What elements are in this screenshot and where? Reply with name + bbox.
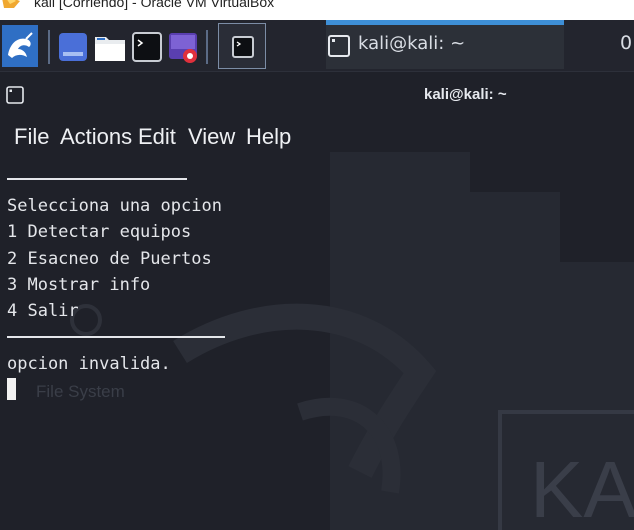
taskbar-item-terminal[interactable]: kali@kali: ~ (326, 25, 564, 69)
separator-line (7, 178, 187, 180)
desktop-watermark: KA (530, 445, 634, 530)
terminal-icon (6, 86, 24, 104)
panel-separator (206, 30, 208, 64)
file-manager-icon[interactable] (94, 32, 126, 62)
terminal-line: Selecciona una opcion (7, 196, 222, 216)
panel-separator (48, 30, 50, 64)
menu-actions[interactable]: Actions (60, 124, 132, 150)
virtualbox-title-bar: kali [Corriendo] - Oracle VM VirtualBox (0, 0, 634, 20)
terminal-line: 4 Salir (7, 301, 79, 321)
desktop-icon-label-file-system: File System (36, 382, 125, 401)
workspace-switcher[interactable] (218, 23, 266, 69)
terminal-message: opcion invalida. (7, 354, 171, 374)
terminal-title-bar[interactable]: kali@kali: ~ (0, 72, 634, 116)
kali-menu-icon[interactable] (2, 25, 38, 67)
terminal-window[interactable]: KA File System kali@kali: ~ File Actions… (0, 72, 634, 530)
show-desktop-icon[interactable] (58, 32, 88, 62)
terminal-line: 3 Mostrar info (7, 275, 151, 295)
terminal-emulator-icon[interactable] (132, 32, 162, 62)
taskbar-item-label: kali@kali: ~ (358, 33, 466, 54)
menu-help[interactable]: Help (246, 124, 291, 150)
terminal-line: 1 Detectar equipos (7, 222, 192, 242)
kali-top-panel: kali@kali: ~ 0 (0, 20, 634, 72)
panel-clock: 0 (620, 32, 633, 54)
terminal-title: kali@kali: ~ (424, 86, 507, 103)
terminal-icon (328, 35, 350, 57)
terminal-icon (232, 36, 254, 58)
separator-line (7, 336, 225, 338)
window-title: kali [Corriendo] - Oracle VM VirtualBox (34, 0, 275, 10)
menu-view[interactable]: View (188, 124, 235, 150)
screen-recorder-icon[interactable] (168, 32, 198, 64)
terminal-line: 2 Esacneo de Puertos (7, 249, 212, 269)
virtualbox-icon (2, 0, 20, 8)
menu-edit[interactable]: Edit (138, 124, 176, 150)
menu-file[interactable]: File (14, 124, 49, 150)
terminal-cursor (7, 378, 16, 400)
